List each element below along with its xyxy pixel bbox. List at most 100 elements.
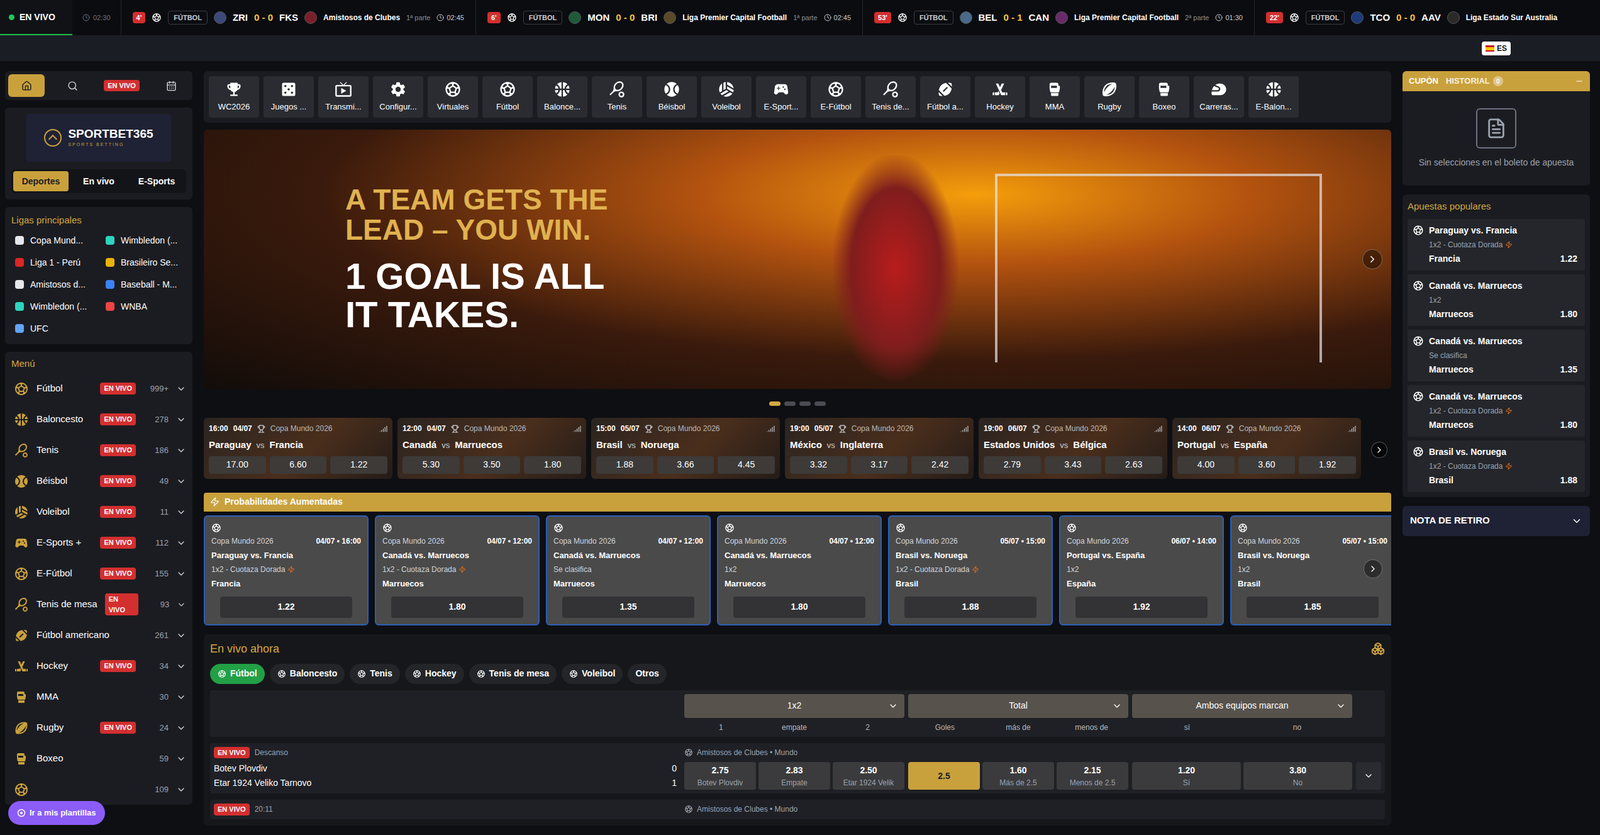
odd-button[interactable]: 3.60 — [1238, 455, 1296, 474]
sports-nav-item[interactable]: E-Sport... — [755, 76, 807, 118]
league-item[interactable]: Amistosos d... — [11, 277, 96, 292]
boosted-odd-button[interactable]: 1.80 — [733, 596, 866, 618]
sports-nav-item[interactable]: Tenis — [591, 76, 643, 118]
sports-nav-item[interactable]: Fútbol a... — [920, 76, 971, 118]
sports-nav-item[interactable]: WC2026 — [208, 76, 260, 118]
odd-button[interactable]: 1.92 — [1298, 455, 1356, 474]
home-nav-button[interactable] — [8, 74, 45, 97]
sports-nav-item[interactable]: Balonce... — [537, 76, 588, 118]
boosted-card[interactable]: Copa Mundo 202606/07 • 14:00Portugal vs.… — [1059, 515, 1224, 626]
odd-button[interactable]: 3.43 — [1044, 455, 1102, 474]
boosted-card[interactable]: Copa Mundo 202604/07 • 12:00Canadá vs. M… — [545, 515, 711, 626]
minimize-icon[interactable] — [1574, 76, 1584, 86]
ticker-item[interactable]: 6'FÚTBOLMON0 - 0BRILiga Premier Capital … — [475, 0, 863, 36]
odd-button[interactable]: 3.80No — [1243, 761, 1353, 790]
menu-item[interactable]: E-FútbolEN VIVO155 — [11, 557, 187, 589]
live-tab[interactable]: Baloncesto — [269, 663, 345, 684]
carousel-dot[interactable] — [784, 401, 796, 406]
market-dropdown[interactable]: 1x2 — [684, 693, 905, 718]
odd-button[interactable]: 1.22 — [330, 455, 388, 474]
live-tab[interactable]: Voleibol — [561, 663, 623, 684]
odd-button[interactable]: 2.83Empate — [758, 761, 831, 790]
odd-button[interactable]: 2.5 — [908, 761, 980, 790]
odd-button[interactable]: 2.42 — [911, 455, 969, 474]
sports-nav-item[interactable]: Hockey — [974, 76, 1026, 118]
menu-item[interactable]: Tenis de mesaEN VIVO93 — [11, 588, 187, 620]
sports-nav-item[interactable]: E-Balon... — [1248, 76, 1299, 118]
odd-button[interactable]: 5.30 — [402, 455, 460, 474]
sports-nav-item[interactable]: Rugby — [1084, 76, 1135, 118]
odd-button[interactable]: 17.00 — [208, 455, 267, 474]
popular-bet[interactable]: Paraguay vs. Francia1x2 - Cuotaza Dorada… — [1407, 218, 1585, 271]
sports-nav-item[interactable]: Carreras... — [1193, 76, 1245, 118]
boosted-odd-button[interactable]: 1.80 — [391, 596, 524, 618]
league-item[interactable]: Brasileiro Se... — [101, 255, 187, 270]
carousel-dot[interactable] — [799, 401, 811, 406]
odd-button[interactable]: 1.80 — [523, 455, 582, 474]
coupon-tab[interactable]: CUPÓN — [1408, 74, 1439, 88]
league-item[interactable]: Liga 1 - Perú — [11, 255, 96, 270]
calendar-nav-button[interactable] — [152, 74, 190, 97]
templates-button[interactable]: Ir a mis plantillas — [8, 800, 106, 825]
sidebar-tab[interactable]: E-Sports — [128, 171, 185, 192]
sports-nav-item[interactable]: Transmi... — [318, 76, 369, 118]
menu-item[interactable]: TenisEN VIVO186 — [11, 434, 187, 466]
market-dropdown[interactable]: Ambos equipos marcan — [1132, 693, 1353, 718]
sports-nav-item[interactable]: Virtuales — [427, 76, 478, 118]
live-tab[interactable]: Tenis — [349, 663, 400, 684]
menu-item[interactable]: Fútbol americano261 — [11, 619, 187, 651]
live-tab[interactable]: Hockey — [405, 663, 465, 684]
boosted-card[interactable]: Copa Mundo 202604/07 • 16:00Paraguay vs.… — [203, 515, 369, 626]
league-item[interactable]: UFC — [11, 322, 96, 336]
odd-button[interactable]: 2.79 — [983, 455, 1041, 474]
league-item[interactable]: Copa Mund... — [11, 233, 96, 248]
odd-button[interactable]: 2.50Etar 1924 Velik — [832, 761, 905, 790]
odd-button[interactable]: 4.00 — [1177, 455, 1235, 474]
menu-item[interactable]: FútbolEN VIVO999+ — [11, 372, 187, 404]
odd-button[interactable]: 4.45 — [717, 455, 775, 474]
featured-match-card[interactable]: 19:0005/07Copa Mundo 2026MéxicovsInglate… — [784, 417, 974, 479]
featured-match-card[interactable]: 19:0006/07Copa Mundo 2026Estados Unidosv… — [978, 417, 1168, 479]
odd-button[interactable]: 3.50 — [463, 455, 521, 474]
carousel-dot[interactable] — [814, 401, 826, 406]
withdrawal-note[interactable]: NOTA DE RETIRO — [1402, 505, 1590, 536]
boosted-card[interactable]: Copa Mundo 202604/07 • 12:00Canadá vs. M… — [374, 515, 540, 626]
sports-nav-item[interactable]: Fútbol — [482, 76, 533, 118]
menu-item[interactable]: HockeyEN VIVO34 — [11, 650, 187, 682]
featured-next-button[interactable] — [1371, 441, 1388, 458]
popular-bet[interactable]: Canadá vs. MarruecosSe clasificaMarrueco… — [1407, 329, 1585, 382]
sports-nav-item[interactable]: Tenis de... — [865, 76, 916, 118]
boosted-odd-button[interactable]: 1.88 — [904, 596, 1037, 618]
carousel-dot[interactable] — [769, 401, 781, 406]
menu-item[interactable]: BaloncestoEN VIVO278 — [11, 403, 187, 435]
sports-nav-item[interactable]: Voleibol — [701, 76, 752, 118]
live-nav-button[interactable]: EN VIVO — [100, 74, 144, 97]
boosted-odd-button[interactable]: 1.22 — [220, 596, 353, 618]
sports-nav-item[interactable]: Configur... — [372, 76, 424, 118]
odd-button[interactable]: 1.88 — [596, 455, 654, 474]
boosted-next-button[interactable] — [1363, 559, 1383, 578]
market-dropdown[interactable]: Total — [908, 693, 1129, 718]
menu-item[interactable]: RugbyEN VIVO24 — [11, 711, 187, 743]
league-item[interactable]: Baseball - M... — [101, 277, 187, 292]
live-tab[interactable]: Tenis de mesa — [469, 663, 557, 684]
language-selector[interactable]: ES — [1481, 41, 1511, 56]
odd-button[interactable]: 6.60 — [269, 455, 328, 474]
live-tab[interactable]: Otros — [627, 663, 667, 684]
live-match-row[interactable]: EN VIVODescansoAmistosos de Clubes • Mun… — [210, 742, 1385, 794]
live-tab[interactable]: Fútbol — [210, 663, 265, 684]
odd-button[interactable]: 2.63 — [1105, 455, 1163, 474]
coupon-tab[interactable]: HISTORIAL0 — [1445, 74, 1504, 88]
ticker-item[interactable]: 22'FÚTBOLTCO0 - 0AAVLiga Estado Sur Aust… — [1254, 0, 1569, 36]
odd-button[interactable]: 2.15Menos de 2.5 — [1056, 761, 1129, 790]
menu-item[interactable]: E-Sports +EN VIVO112 — [11, 527, 187, 558]
live-label[interactable]: EN VIVO — [0, 0, 73, 36]
menu-item[interactable]: 109 — [11, 773, 187, 805]
menu-item[interactable]: Boxeo59 — [11, 742, 187, 774]
menu-item[interactable]: BéisbolEN VIVO49 — [11, 465, 187, 497]
odd-button[interactable]: 3.17 — [850, 455, 909, 474]
popular-bet[interactable]: Brasil vs. Noruega1x2 - Cuotaza DoradaBr… — [1407, 440, 1585, 492]
popular-bet[interactable]: Canadá vs. Marruecos1x2Marruecos1.80 — [1407, 274, 1585, 326]
boosted-card[interactable]: Copa Mundo 202604/07 • 12:00Canadá vs. M… — [716, 515, 882, 626]
popular-bet[interactable]: Canadá vs. Marruecos1x2 - Cuotaza Dorada… — [1407, 384, 1585, 437]
